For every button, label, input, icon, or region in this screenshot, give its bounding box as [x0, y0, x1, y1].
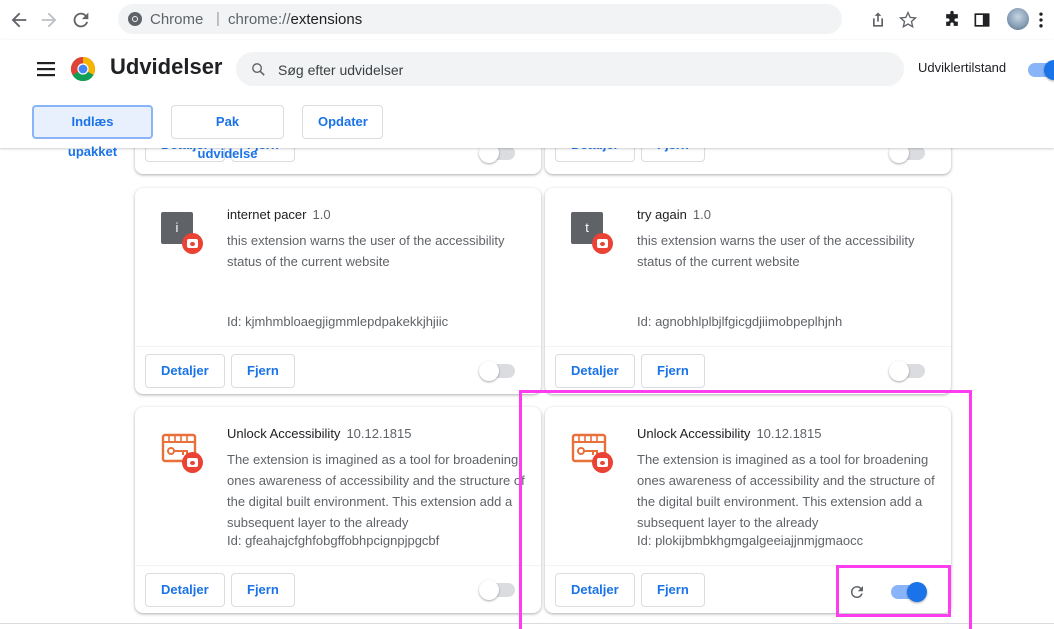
- side-panel-icon[interactable]: [972, 10, 994, 32]
- extension-icon: [161, 431, 203, 473]
- extension-id: Id: agnobhlplbjlfgicgdjiimobpeplhjnh: [637, 314, 843, 329]
- card-divider: [135, 565, 541, 566]
- share-icon[interactable]: [868, 10, 890, 32]
- unpacked-badge-icon: [182, 233, 203, 254]
- extension-icon: [571, 431, 613, 473]
- details-button[interactable]: Detaljer: [555, 573, 635, 607]
- browser-toolbar: Chrome | chrome://extensions: [0, 0, 1054, 40]
- details-button[interactable]: Detaljer: [145, 354, 225, 388]
- extension-description: The extension is imagined as a tool for …: [227, 452, 525, 530]
- unpacked-badge-icon: [592, 452, 613, 473]
- search-input[interactable]: [276, 58, 880, 82]
- more-vert-icon[interactable]: [1038, 10, 1052, 32]
- chrome-site-icon: [127, 11, 143, 27]
- unpacked-badge-icon: [182, 452, 203, 473]
- omnibox-host: extensions: [290, 11, 363, 28]
- toggle-knob: [479, 580, 499, 600]
- toggle-knob: [889, 361, 909, 381]
- extension-toggle[interactable]: [479, 143, 515, 163]
- card-divider: [545, 565, 951, 566]
- extension-toggle[interactable]: [891, 582, 927, 602]
- search-box[interactable]: [236, 52, 904, 86]
- omnibox-prefix: Chrome: [150, 11, 204, 28]
- extension-id: Id: gfeahajcfghfobgffobhpcignpjpgcbf: [227, 533, 440, 548]
- toggle-knob: [907, 582, 927, 602]
- extension-name: internet pacer 1.0: [227, 207, 331, 222]
- extension-name: Unlock Accessibility 10.12.1815: [227, 426, 412, 441]
- extension-version: 1.0: [692, 207, 711, 222]
- hamburger-menu-icon[interactable]: [34, 58, 58, 80]
- omnibox-url: chrome://extensions: [228, 11, 362, 28]
- page-title: Udvidelser: [110, 54, 223, 79]
- extension-version: 10.12.1815: [756, 426, 822, 441]
- extension-card-unlock-accessibility-1: Unlock Accessibility 10.12.1815 The exten…: [135, 407, 541, 613]
- omnibox-scheme: chrome://: [228, 11, 291, 28]
- card-divider: [135, 346, 541, 347]
- extension-name-text: Unlock Accessibility: [227, 426, 341, 441]
- extension-toggle[interactable]: [889, 361, 925, 381]
- extension-description: this extension warns the user of the acc…: [637, 233, 915, 269]
- extension-toggle[interactable]: [889, 143, 925, 163]
- remove-button[interactable]: Fjern: [231, 354, 295, 388]
- extension-id: Id: kjmhmbloaegjigmmlepdpakekkjhjiic: [227, 314, 449, 329]
- remove-button[interactable]: Fjern: [231, 573, 295, 607]
- developer-mode-toggle[interactable]: [1028, 60, 1054, 80]
- address-bar[interactable]: Chrome | chrome://extensions: [118, 4, 842, 34]
- extension-icon: i: [161, 212, 203, 254]
- pack-extension-button[interactable]: Pak udvidelse: [171, 105, 284, 161]
- extensions-header: Udvidelser Udviklertilstand Indlæs upakk…: [0, 40, 1054, 161]
- details-button[interactable]: Detaljer: [555, 354, 635, 388]
- extension-toggle[interactable]: [479, 361, 515, 381]
- bottom-divider: [0, 623, 1054, 624]
- reload-icon[interactable]: [70, 9, 92, 31]
- toggle-knob: [1044, 60, 1054, 80]
- extension-version: 10.12.1815: [346, 426, 412, 441]
- extension-card-try-again: t try again 1.0 this extension warns the …: [545, 188, 951, 394]
- back-arrow-icon[interactable]: [8, 9, 30, 31]
- extension-version: 1.0: [312, 207, 331, 222]
- update-button[interactable]: Opdater: [302, 105, 383, 139]
- extension-card-unlock-accessibility-2: Unlock Accessibility 10.12.1815 The exten…: [545, 407, 951, 613]
- extension-card-internet-pacer: i internet pacer 1.0 this extension warns…: [135, 188, 541, 394]
- extension-name-text: internet pacer: [227, 207, 307, 222]
- remove-button[interactable]: Fjern: [641, 573, 705, 607]
- search-icon: [250, 61, 267, 78]
- extension-name-text: try again: [637, 207, 687, 222]
- extension-toggle[interactable]: [479, 580, 515, 600]
- extension-description: The extension is imagined as a tool for …: [637, 452, 935, 530]
- extension-name: Unlock Accessibility 10.12.1815: [637, 426, 822, 441]
- forward-arrow-icon[interactable]: [38, 9, 60, 31]
- load-unpacked-button[interactable]: Indlæs upakket: [32, 105, 153, 159]
- reload-extension-icon[interactable]: [848, 583, 866, 601]
- extension-id: Id: plokijbmbkhgmgalgeeiajjnmjgmaocc: [637, 533, 864, 548]
- extension-name-text: Unlock Accessibility: [637, 426, 751, 441]
- remove-button[interactable]: Fjern: [641, 354, 705, 388]
- toggle-knob: [479, 361, 499, 381]
- details-button[interactable]: Detaljer: [145, 573, 225, 607]
- extension-name: try again 1.0: [637, 207, 711, 222]
- card-divider: [545, 346, 951, 347]
- extension-icon: t: [571, 212, 613, 254]
- developer-mode-label: Udviklertilstand: [918, 60, 1007, 75]
- chrome-logo-icon: [70, 56, 96, 82]
- bookmark-star-icon[interactable]: [898, 10, 920, 32]
- omnibox-separator: |: [216, 10, 220, 27]
- extension-description: this extension warns the user of the acc…: [227, 233, 505, 269]
- profile-avatar[interactable]: [1007, 8, 1029, 30]
- unpacked-badge-icon: [592, 233, 613, 254]
- extensions-puzzle-icon[interactable]: [942, 10, 964, 32]
